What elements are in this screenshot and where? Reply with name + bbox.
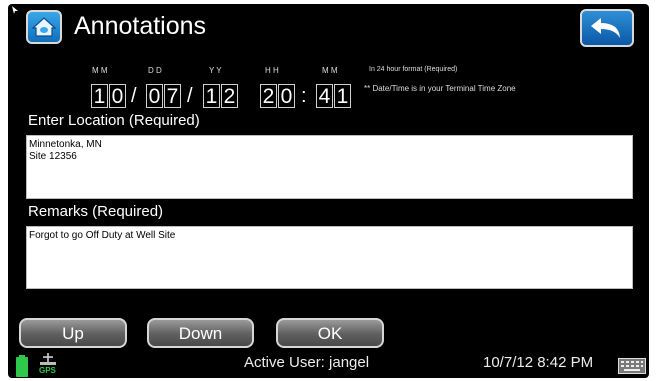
hour-digit-1[interactable]: 2 [260,84,277,108]
ok-button[interactable]: OK [276,318,384,348]
month-digit-2[interactable]: 0 [109,84,126,108]
battery-icon [16,355,28,377]
time-separator: : [301,85,307,107]
status-datetime: 10/7/12 8:42 PM [483,354,594,371]
gps-indicator: GPS [37,353,59,377]
cursor-icon [12,6,18,14]
location-label: Enter Location (Required) [28,112,200,129]
year-label: Y Y [209,66,222,75]
format-note: In 24 hour format (Required) [369,66,458,73]
remarks-input[interactable]: Forgot to go Off Duty at Well Site [26,226,633,289]
home-icon [31,17,57,37]
location-input[interactable]: Minnetonka, MN Site 12356 [26,135,633,199]
day-digit-1[interactable]: 0 [146,84,163,108]
back-button[interactable] [580,9,634,47]
day-label: D D [148,66,162,75]
remarks-text: Forgot to go Off Duty at Well Site [29,230,176,241]
keyboard-icon[interactable] [618,358,646,374]
back-arrow-icon [591,18,620,38]
date-separator: / [187,85,193,107]
minute-digit-1[interactable]: 4 [316,84,333,108]
annotations-screen: Annotations M M D D Y Y H H M M In 24 ho… [8,4,649,378]
minute-digit-2[interactable]: 1 [334,84,351,108]
hour-label: H H [265,66,279,75]
page-title: Annotations [74,12,207,40]
date-separator: / [131,85,137,107]
home-button[interactable] [26,10,62,44]
day-digit-2[interactable]: 7 [164,84,181,108]
timezone-note: ** Date/Time is in your Terminal Time Zo… [364,84,516,93]
active-user: Active User: jangel [244,354,370,371]
location-line: Minnetonka, MN [29,139,102,150]
hour-digit-2[interactable]: 0 [278,84,295,108]
gps-icon [40,353,56,365]
year-digit-1[interactable]: 1 [203,84,220,108]
year-digit-2[interactable]: 2 [221,84,238,108]
gps-label: GPS [39,366,56,375]
month-digit-1[interactable]: 1 [91,84,108,108]
up-button[interactable]: Up [19,318,127,348]
down-button[interactable]: Down [147,318,254,348]
month-label: M M [92,66,108,75]
remarks-label: Remarks (Required) [28,203,164,220]
location-line: Site 12356 [29,151,77,162]
minute-label: M M [322,66,338,75]
